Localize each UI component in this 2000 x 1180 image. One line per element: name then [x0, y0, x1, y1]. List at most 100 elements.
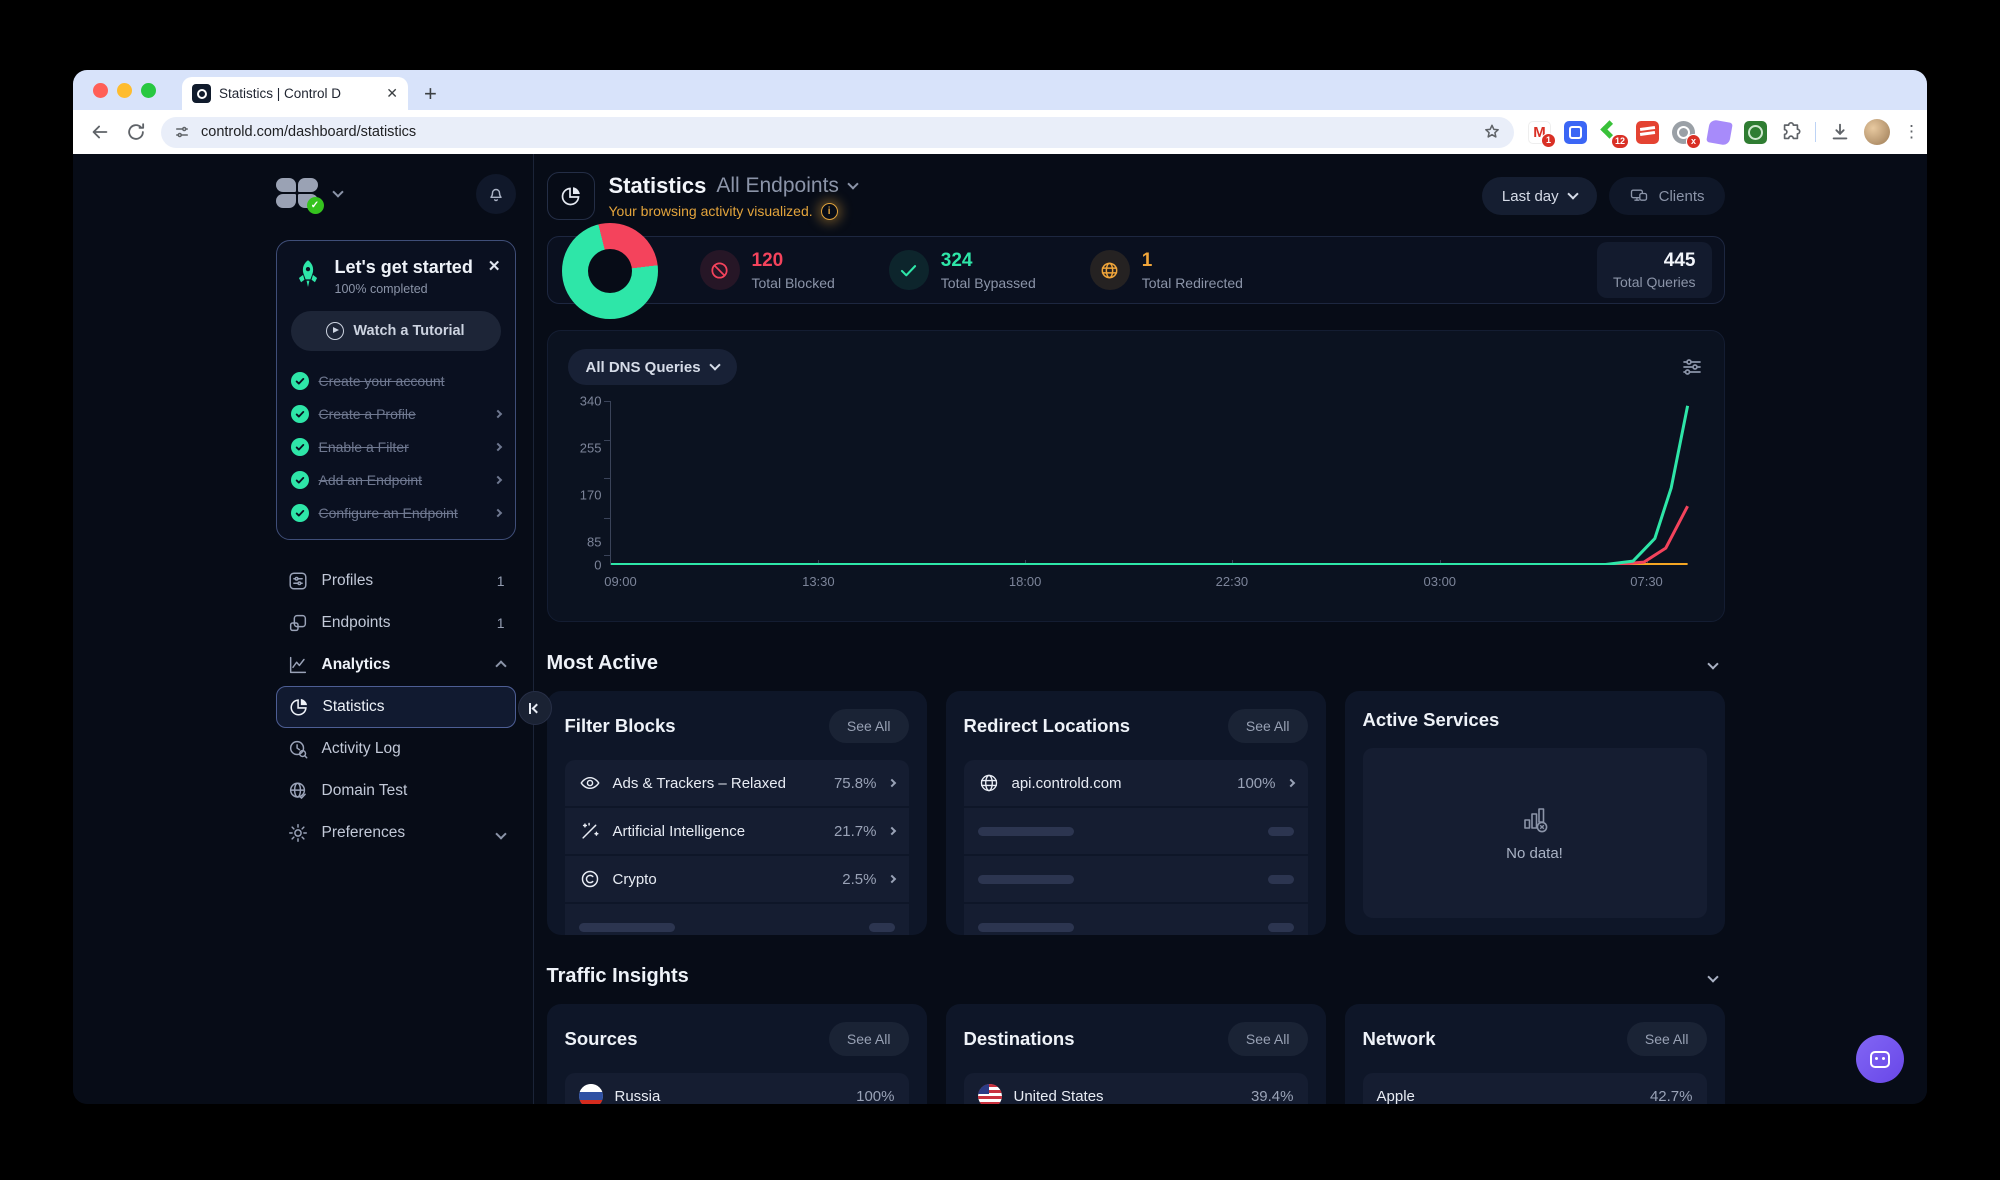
check-icon — [290, 437, 309, 456]
purple-extension-icon[interactable] — [1706, 118, 1733, 146]
x-tick: 03:00 — [1423, 574, 1457, 589]
russia-flag-icon — [578, 1084, 603, 1104]
blocker-extension-icon[interactable]: x — [1672, 120, 1701, 149]
destinations-see-all-button[interactable]: See All — [1227, 1022, 1308, 1056]
account-logo[interactable]: ✓ — [275, 178, 324, 214]
site-info-icon[interactable] — [173, 123, 191, 141]
capture-extension-icon[interactable] — [1744, 120, 1767, 144]
source-row-russia[interactable]: Russia 100% — [564, 1073, 909, 1104]
tab-close-icon[interactable]: ✕ — [386, 85, 398, 102]
onboarding-title: Let's get started — [334, 257, 473, 277]
sidebar-item-analytics[interactable]: Analytics — [276, 644, 516, 686]
blocked-value: 120 — [751, 249, 784, 271]
y-tick: 340 — [579, 393, 602, 409]
bookmark-star-icon[interactable] — [1482, 122, 1502, 142]
sidebar-collapse-button[interactable] — [517, 691, 552, 725]
browser-tab[interactable]: Statistics | Control D ✕ — [182, 77, 408, 110]
onboarding-progress: 100% completed — [334, 282, 428, 296]
check-icon — [290, 404, 309, 423]
watch-tutorial-button[interactable]: Watch a Tutorial — [290, 311, 501, 351]
sidebar-item-domain-test[interactable]: Domain Test — [276, 770, 516, 812]
bell-icon — [489, 188, 502, 202]
redirect-locations-see-all-button[interactable]: See All — [1227, 709, 1308, 743]
magic-wand-icon — [579, 820, 601, 842]
chevron-right-icon — [1286, 778, 1295, 788]
dns-queries-dropdown[interactable]: All DNS Queries — [567, 349, 737, 385]
totals-donut — [561, 223, 658, 319]
destination-row-united-states[interactable]: United States 39.4% — [963, 1073, 1308, 1104]
redirect-row-api-controld[interactable]: api.controld.com 100% — [963, 760, 1308, 806]
profile-avatar[interactable] — [1864, 119, 1890, 145]
account-chevron-down-icon[interactable] — [331, 186, 344, 198]
sidebar-item-endpoints[interactable]: Endpoints 1 — [276, 602, 516, 644]
chat-bot-icon — [1870, 1050, 1890, 1068]
chevron-right-icon — [887, 874, 896, 884]
activity-log-icon — [287, 738, 309, 760]
profiles-icon — [287, 570, 309, 592]
onboarding-close-icon[interactable]: ✕ — [488, 257, 501, 275]
network-see-all-button[interactable]: See All — [1626, 1022, 1707, 1056]
zoom-window-button[interactable] — [141, 82, 156, 98]
filter-row-crypto[interactable]: Crypto 2.5% — [564, 856, 909, 902]
scope-chevron-down-icon[interactable] — [847, 177, 859, 190]
coin-icon — [579, 868, 601, 890]
sources-see-all-button[interactable]: See All — [828, 1022, 909, 1056]
total-queries-box: 445 Total Queries — [1597, 242, 1712, 298]
sidebar-item-profiles[interactable]: Profiles 1 — [276, 560, 516, 602]
task-configure-endpoint[interactable]: Configure an Endpoint — [290, 496, 502, 529]
rocket-icon — [298, 260, 317, 288]
most-active-collapse-button[interactable] — [1706, 655, 1719, 673]
browser-toolbar: controld.com/dashboard/statistics M 1 12 — [73, 110, 1927, 154]
clients-button[interactable]: Clients — [1608, 177, 1725, 215]
skeleton-row — [963, 856, 1308, 902]
chevron-down-icon — [494, 828, 507, 840]
profiles-count-badge: 1 — [496, 573, 505, 589]
task-create-profile[interactable]: Create a Profile — [290, 397, 502, 430]
extensions-puzzle-icon[interactable] — [1780, 121, 1802, 143]
url-bar[interactable]: controld.com/dashboard/statistics — [161, 116, 1514, 148]
back-icon[interactable] — [89, 121, 111, 143]
chevron-down-icon — [1566, 188, 1579, 200]
chart-filters-icon[interactable] — [1680, 355, 1704, 379]
us-flag-icon — [977, 1084, 1002, 1104]
coupon-extension-icon[interactable]: 12 — [1600, 119, 1629, 149]
traffic-insights-collapse-button[interactable] — [1706, 968, 1719, 986]
close-window-button[interactable] — [93, 82, 108, 98]
y-tick: 255 — [579, 440, 602, 456]
notifications-button[interactable] — [475, 174, 516, 214]
dns-queries-chart-card: All DNS Queries 340 255 170 85 0 09:00 1… — [546, 330, 1725, 622]
filter-blocks-see-all-button[interactable]: See All — [828, 709, 909, 743]
dns-chart-plot: 340 255 170 85 0 09:00 13:30 18:00 22:30… — [568, 394, 1704, 589]
reload-icon[interactable] — [125, 121, 147, 143]
network-row-apple[interactable]: Apple 42.7% — [1362, 1073, 1707, 1104]
sidebar-item-statistics[interactable]: Statistics — [275, 686, 552, 728]
url-text[interactable]: controld.com/dashboard/statistics — [201, 124, 1472, 140]
info-icon[interactable]: i — [820, 202, 838, 220]
downloads-icon[interactable] — [1829, 121, 1851, 143]
task-add-endpoint[interactable]: Add an Endpoint — [290, 463, 502, 496]
blocked-icon — [699, 250, 740, 290]
task-enable-filter[interactable]: Enable a Filter — [290, 430, 502, 463]
devices-icon — [1630, 189, 1647, 201]
main-content: Statistics All Endpoints Your browsing a… — [534, 154, 1725, 1104]
todoist-extension-icon[interactable] — [1636, 120, 1659, 144]
minimize-window-button[interactable] — [117, 82, 132, 98]
chat-widget-button[interactable] — [1856, 1035, 1904, 1083]
task-create-account[interactable]: Create your account — [290, 364, 501, 397]
filter-row-ai[interactable]: Artificial Intelligence 21.7% — [564, 808, 909, 854]
password-extension-icon[interactable] — [1564, 120, 1587, 144]
collapse-left-icon — [531, 703, 542, 713]
browser-menu-icon[interactable]: ⋮ — [1903, 123, 1920, 140]
sidebar-item-preferences[interactable]: Preferences — [276, 812, 516, 854]
sidebar-item-activity-log[interactable]: Activity Log — [276, 728, 516, 770]
gmail-extension-icon[interactable]: M 1 — [1528, 120, 1556, 148]
sidebar: ✓ Let's get started 100% completed ✕ Wat… — [275, 154, 552, 1104]
time-range-button[interactable]: Last day — [1481, 177, 1597, 215]
filter-row-ads-trackers[interactable]: Ads & Trackers – Relaxed 75.8% — [564, 760, 909, 806]
traffic-insights-heading: Traffic Insights — [547, 965, 1725, 988]
tab-title: Statistics | Control D — [219, 86, 342, 101]
endpoint-scope-selector[interactable]: All Endpoints — [716, 174, 839, 198]
new-tab-button[interactable]: + — [424, 77, 437, 110]
account-status-check-icon: ✓ — [306, 197, 324, 214]
globe-icon — [978, 772, 1000, 794]
